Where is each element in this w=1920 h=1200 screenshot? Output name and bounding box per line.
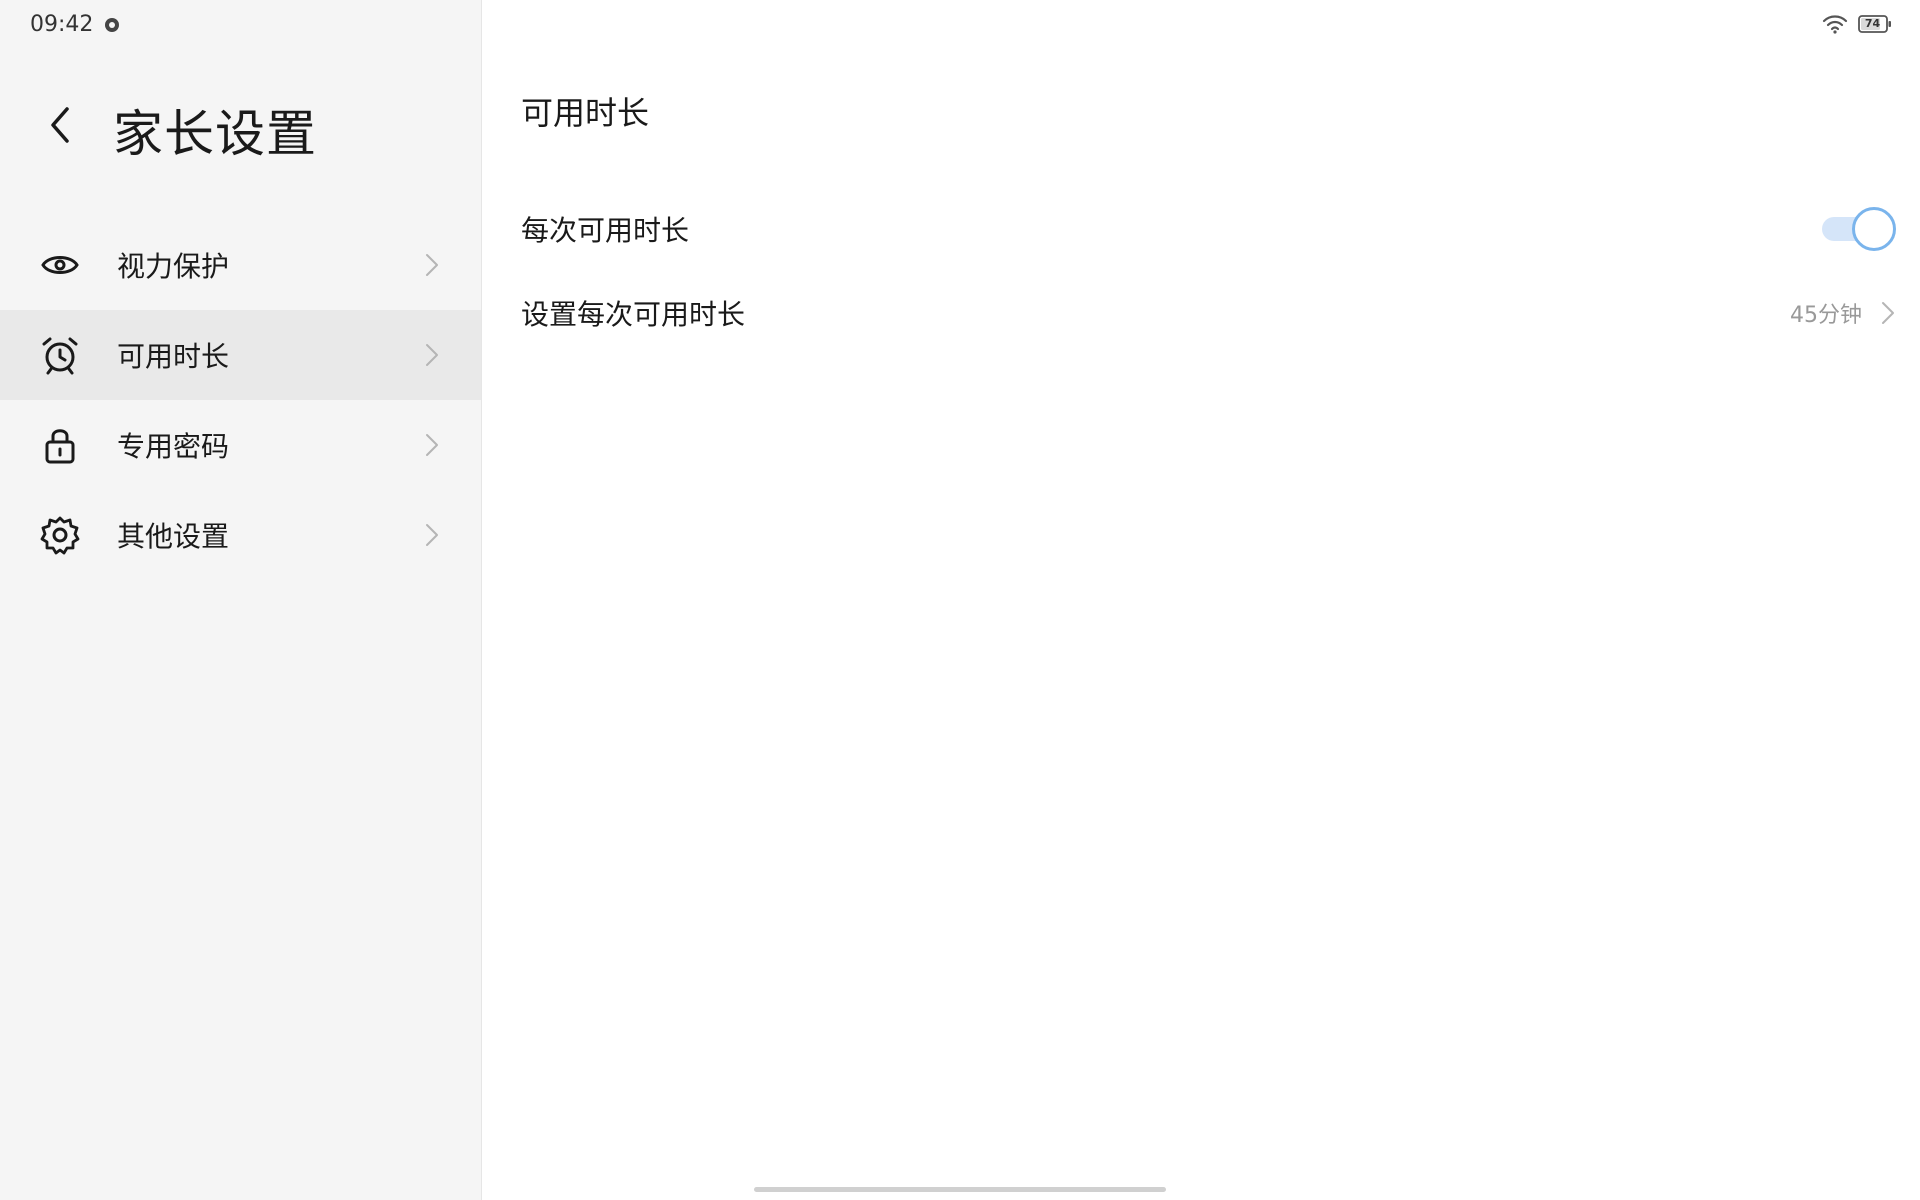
status-bar-left: 09:42: [30, 12, 121, 37]
sidebar-title: 家长设置: [113, 105, 317, 163]
per-session-time-label: 每次可用时长: [521, 214, 690, 247]
alarm-clock-icon: [42, 337, 78, 375]
row-value: 45分钟: [1790, 297, 1896, 329]
chevron-right-icon: [426, 524, 438, 546]
status-time: 09:42: [30, 12, 94, 37]
sidebar-item-label: 可用时长: [117, 340, 230, 373]
set-per-session-time-label: 设置每次可用时长: [521, 298, 746, 331]
chevron-right-icon: [426, 344, 438, 366]
wifi-icon: [1822, 15, 1848, 34]
per-session-time-value: 45分钟: [1790, 303, 1862, 328]
back-button[interactable]: [40, 100, 80, 150]
status-bar-right: 74: [1822, 14, 1892, 34]
gear-icon: [40, 516, 80, 555]
sidebar-item-other-settings[interactable]: 其他设置: [0, 490, 481, 580]
lock-icon: [45, 429, 75, 464]
sidebar-item-label: 其他设置: [117, 520, 230, 553]
sidebar-item-eye-protection[interactable]: 视力保护: [0, 220, 481, 310]
per-session-time-row: 每次可用时长: [521, 199, 1896, 259]
battery-indicator: 74: [1858, 15, 1892, 33]
sidebar-item-label: 视力保护: [117, 250, 230, 283]
sidebar-nav: 视力保护 可用时长 专用密码 其他设置: [0, 220, 481, 580]
chevron-right-icon: [426, 254, 438, 276]
sidebar-item-usage-time[interactable]: 可用时长: [0, 310, 481, 400]
sidebar-item-password[interactable]: 专用密码: [0, 400, 481, 490]
notification-icon: [105, 17, 120, 32]
eye-icon: [41, 256, 79, 274]
per-session-time-toggle[interactable]: [1820, 207, 1896, 251]
home-indicator[interactable]: [754, 1187, 1166, 1192]
toggle-knob: [1852, 207, 1896, 251]
sidebar: 09:42 家长设置 视力保护 可用时长 专用密码 其他设置: [0, 0, 482, 1200]
page-title: 可用时长: [521, 94, 650, 132]
battery-level: 74: [1864, 17, 1881, 30]
main-panel: 74 可用时长 每次可用时长 设置每次可用时长 45分钟: [482, 0, 1920, 1200]
set-per-session-time-row[interactable]: 设置每次可用时长 45分钟: [521, 283, 1896, 343]
chevron-right-icon: [1882, 302, 1894, 324]
chevron-left-icon: [51, 107, 69, 143]
sidebar-item-label: 专用密码: [117, 430, 230, 463]
chevron-right-icon: [426, 434, 438, 456]
